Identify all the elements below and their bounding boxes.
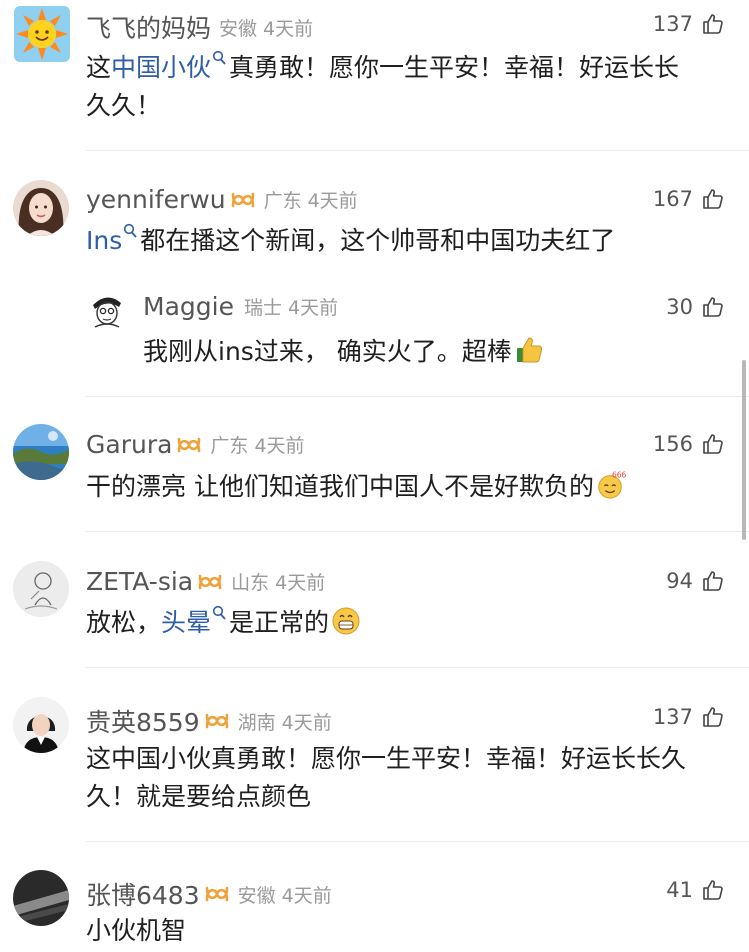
avatar[interactable]	[14, 6, 70, 62]
thumbs-up-icon	[703, 880, 723, 900]
comment-text-part: 小伙机智	[86, 916, 187, 945]
comment-text: 这中国小伙 真勇敢！愿你一生平安！幸福！好运长长久久！	[86, 49, 736, 125]
location: 湖南	[237, 711, 276, 734]
like-count: 156	[652, 432, 693, 456]
comment-text-part: 都在播这个新闻，这个帅哥和中国功夫红了	[140, 226, 616, 255]
comment-text-part: 我刚从ins过来， 确实火了。超棒	[143, 337, 512, 366]
comment-text: 干的漂亮 让他们知道我们中国人不是好欺负的 666	[86, 468, 736, 506]
username[interactable]: 飞飞的妈妈	[86, 9, 211, 45]
location: 广东	[210, 435, 249, 457]
search-icon	[212, 605, 226, 620]
emoji-666-label: 666	[612, 471, 626, 480]
like-count: 30	[666, 295, 693, 319]
divider	[86, 150, 749, 151]
username[interactable]: yenniferwu	[86, 185, 226, 214]
sun-avatar-icon	[14, 6, 70, 62]
like-button[interactable]: 41	[666, 878, 725, 902]
search-icon	[212, 50, 226, 65]
like-button[interactable]: 167	[653, 187, 725, 211]
avatar[interactable]	[13, 870, 69, 926]
666-emoji-icon: 666	[598, 471, 626, 499]
location: 山东	[231, 572, 270, 594]
infinity-badge-icon	[205, 886, 228, 902]
scrollbar[interactable]	[742, 360, 746, 540]
avatar[interactable]	[13, 424, 69, 480]
timestamp: 4天前	[263, 17, 314, 40]
infinity-badge-icon	[231, 192, 254, 207]
portrait-avatar-icon	[13, 697, 69, 753]
thumbs-up-icon	[703, 571, 723, 591]
thumbs-up-emoji-icon	[516, 337, 542, 363]
username[interactable]: Maggie	[143, 292, 234, 321]
divider	[86, 396, 749, 397]
username[interactable]: 贵英8559	[86, 703, 200, 739]
like-button[interactable]: 94	[666, 569, 725, 593]
like-count: 94	[666, 569, 693, 593]
thumbs-up-icon	[703, 297, 723, 317]
comment-text-part: 是正常的	[229, 608, 330, 637]
timestamp: 4天前	[281, 711, 332, 734]
comment-text: 这中国小伙真勇敢！愿你一生平安！幸福！好运长长久 久！就是要给点颜色	[86, 740, 736, 816]
username[interactable]: Garura	[86, 430, 172, 459]
avatar[interactable]	[13, 561, 69, 617]
coast-avatar-icon	[13, 424, 69, 480]
thumbs-up-icon	[703, 434, 723, 454]
grin-emoji-icon	[332, 607, 360, 635]
avatar[interactable]	[13, 180, 69, 236]
sketch-avatar-icon	[85, 287, 129, 331]
search-link[interactable]: 中国小伙	[111, 53, 211, 82]
infinity-badge-icon	[205, 713, 228, 729]
thumbs-up-icon	[703, 14, 723, 34]
comment-text: 我刚从ins过来， 确实火了。超棒	[143, 333, 733, 371]
username[interactable]: 张博6483	[86, 876, 200, 912]
comment-text: 小伙机智	[86, 912, 736, 950]
comment-text: 放松，头晕 是正常的	[86, 604, 736, 642]
timestamp: 4天前	[275, 572, 326, 594]
thumbs-up-icon	[703, 707, 723, 727]
like-button[interactable]: 137	[653, 12, 725, 36]
location: 安徽	[219, 17, 258, 40]
comment-text-part: 真勇敢！愿你一生平安！幸福！好运长长	[229, 53, 680, 82]
search-link[interactable]: 头晕	[161, 608, 211, 637]
comment-text-part: 这	[86, 53, 112, 82]
location: 安徽	[237, 884, 276, 907]
search-icon	[124, 223, 137, 238]
comment-text: Ins 都在播这个新闻，这个帅哥和中国功夫红了	[86, 222, 736, 260]
sketch-avatar-icon	[13, 561, 69, 617]
location: 瑞士	[243, 297, 282, 319]
divider	[86, 531, 749, 532]
like-count: 167	[652, 187, 693, 211]
infinity-badge-icon	[198, 574, 222, 589]
timestamp: 4天前	[281, 884, 332, 907]
timestamp: 4天前	[307, 190, 358, 212]
dark-photo-avatar-icon	[13, 870, 69, 926]
timestamp: 4天前	[287, 297, 339, 319]
like-count: 41	[666, 878, 693, 902]
comment-text-part: 久久！	[86, 91, 162, 120]
username[interactable]: ZETA-sia	[86, 567, 193, 596]
divider	[86, 667, 749, 668]
comment-text-part: 这中国小伙真勇敢！愿你一生平安！幸福！好运长长久	[86, 744, 687, 773]
infinity-badge-icon	[178, 437, 201, 452]
timestamp: 4天前	[254, 435, 305, 457]
portrait-avatar-icon	[13, 180, 69, 236]
avatar[interactable]	[13, 697, 69, 753]
like-count: 137	[652, 12, 693, 36]
like-button[interactable]: 137	[653, 705, 725, 729]
avatar[interactable]	[85, 287, 129, 331]
location: 广东	[263, 190, 302, 212]
like-count: 137	[652, 705, 693, 729]
like-button[interactable]: 156	[653, 432, 725, 456]
like-button[interactable]: 30	[666, 295, 725, 319]
search-link[interactable]: Ins	[86, 226, 122, 255]
thumbs-up-icon	[703, 189, 723, 209]
comment-text-part: 久！就是要给点颜色	[86, 782, 312, 811]
divider	[86, 841, 749, 842]
comment-text-part: 放松，	[86, 608, 162, 637]
comment-text-part: 干的漂亮 让他们知道我们中国人不是好欺负的	[86, 472, 594, 501]
